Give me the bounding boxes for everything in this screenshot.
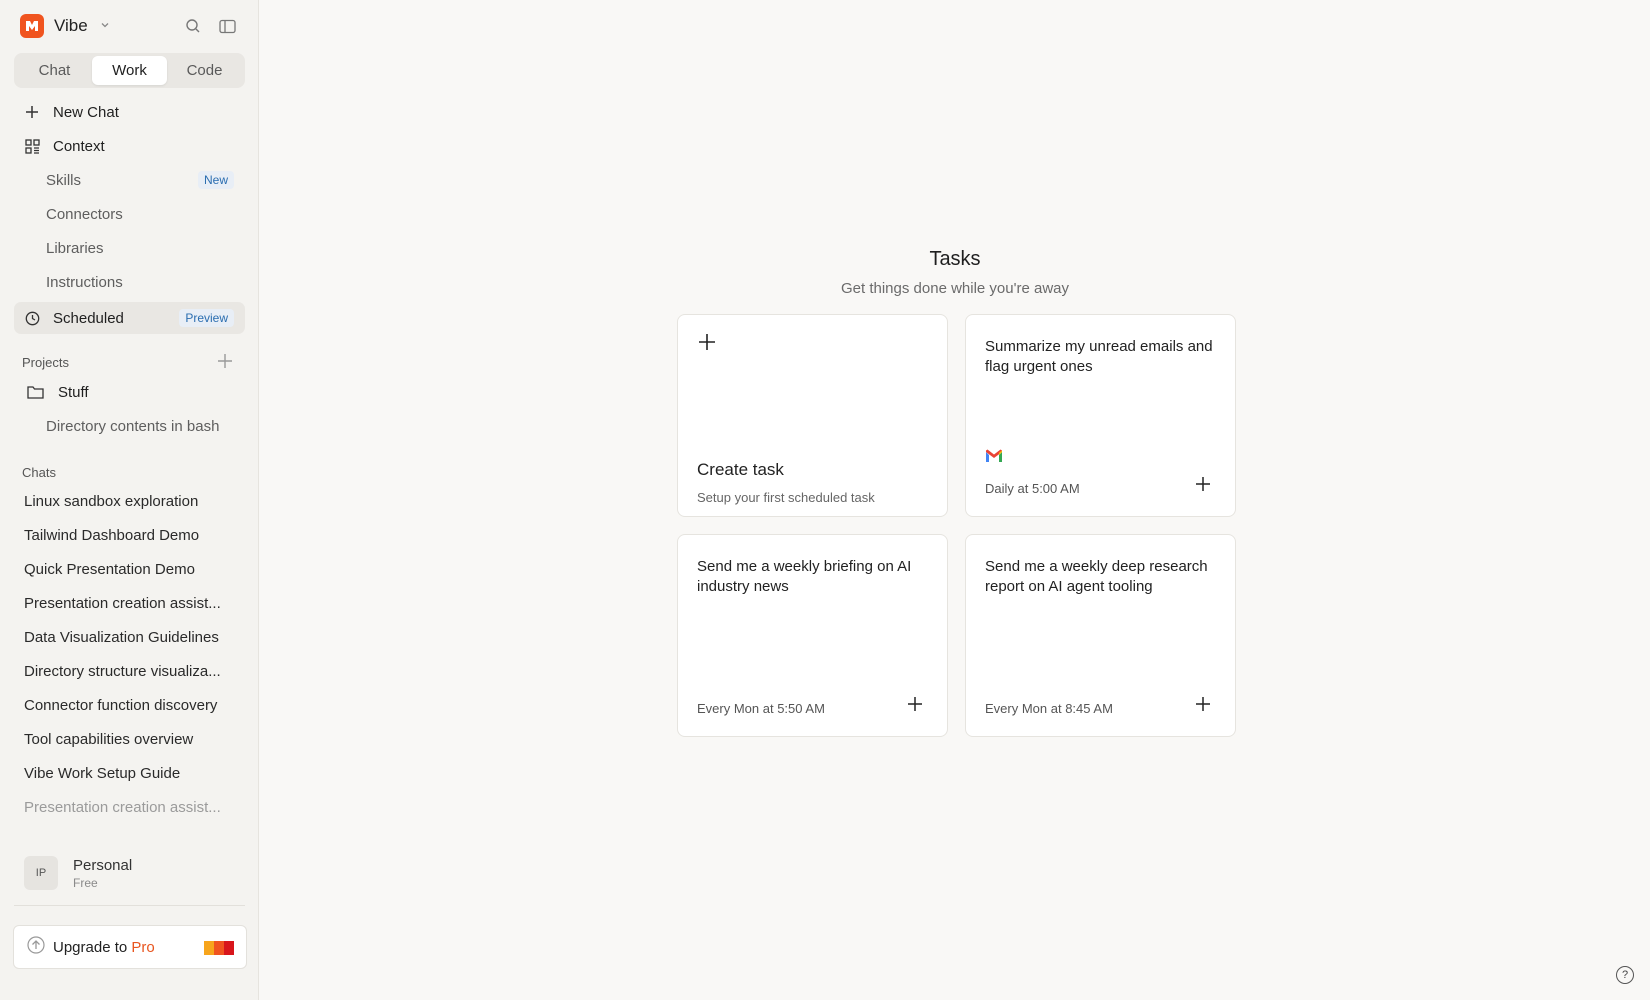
sidebar-item-instructions[interactable]: Instructions bbox=[14, 266, 245, 298]
upgrade-arrow-icon bbox=[27, 935, 45, 959]
sidebar-divider bbox=[14, 905, 245, 906]
task-template-card[interactable]: Send me a weekly briefing on AI industry… bbox=[677, 534, 948, 737]
account-plan: Free bbox=[73, 875, 98, 890]
chat-item[interactable]: Linux sandbox exploration bbox=[24, 493, 234, 510]
chat-item[interactable]: Data Visualization Guidelines bbox=[24, 629, 234, 646]
skills-label: Skills bbox=[46, 171, 82, 189]
chat-item[interactable]: Tailwind Dashboard Demo bbox=[24, 527, 234, 544]
chat-item[interactable]: Directory structure visualiza... bbox=[24, 663, 234, 680]
sidebar: Vibe Chat Work Code New Chat Context Ski… bbox=[0, 0, 259, 1000]
upgrade-label: Upgrade to bbox=[53, 938, 128, 956]
grid-icon bbox=[23, 137, 41, 155]
chat-item[interactable]: Tool capabilities overview bbox=[24, 731, 234, 748]
task-template-card[interactable]: Send me a weekly deep research report on… bbox=[965, 534, 1236, 737]
project-name: Stuff bbox=[58, 383, 89, 401]
create-task-title: Create task bbox=[697, 460, 784, 479]
chat-item[interactable]: Vibe Work Setup Guide bbox=[24, 765, 234, 782]
workspace-switcher[interactable]: Vibe bbox=[20, 14, 110, 38]
scheduled-label: Scheduled bbox=[53, 309, 124, 327]
new-chat-button[interactable]: New Chat bbox=[14, 96, 245, 128]
project-chat-item[interactable]: Directory contents in bash bbox=[14, 410, 245, 442]
add-task-icon[interactable] bbox=[905, 694, 925, 714]
plus-icon bbox=[23, 103, 41, 121]
chevron-down-icon bbox=[100, 20, 110, 33]
page-subtitle: Get things done while you're away bbox=[841, 280, 1069, 297]
upgrade-pro-label: Pro bbox=[131, 938, 155, 956]
task-title: Summarize my unread emails and flag urge… bbox=[985, 338, 1213, 375]
connectors-label: Connectors bbox=[46, 205, 123, 223]
tab-chat[interactable]: Chat bbox=[17, 56, 92, 85]
instructions-label: Instructions bbox=[46, 273, 123, 291]
tab-work[interactable]: Work bbox=[92, 56, 167, 85]
task-schedule: Every Mon at 8:45 AM bbox=[985, 701, 1113, 716]
avatar: IP bbox=[24, 856, 58, 890]
sidebar-toggle-icon[interactable] bbox=[217, 16, 237, 36]
chat-item[interactable]: Presentation creation assist... bbox=[24, 595, 234, 612]
libraries-label: Libraries bbox=[46, 239, 104, 257]
context-label: Context bbox=[53, 137, 105, 155]
search-icon[interactable] bbox=[183, 16, 203, 36]
account-menu[interactable]: IP Personal Free bbox=[24, 856, 132, 890]
task-template-card[interactable]: Summarize my unread emails and flag urge… bbox=[965, 314, 1236, 517]
gmail-icon bbox=[985, 449, 1003, 468]
task-title: Send me a weekly briefing on AI industry… bbox=[697, 558, 912, 595]
plus-icon bbox=[697, 332, 717, 352]
task-schedule: Daily at 5:00 AM bbox=[985, 481, 1080, 496]
folder-icon bbox=[26, 383, 44, 401]
main-content: Tasks Get things done while you're away … bbox=[260, 0, 1650, 1000]
account-name: Personal bbox=[73, 856, 133, 874]
mode-tabs: Chat Work Code bbox=[14, 53, 245, 88]
task-title: Send me a weekly deep research report on… bbox=[985, 558, 1208, 595]
upgrade-button[interactable]: Upgrade to Pro bbox=[13, 925, 247, 969]
create-task-card[interactable]: Create task Setup your first scheduled t… bbox=[677, 314, 948, 517]
chat-item[interactable]: Presentation creation assist... bbox=[24, 799, 234, 816]
add-task-icon[interactable] bbox=[1193, 474, 1213, 494]
project-chat-label: Directory contents in bash bbox=[46, 417, 220, 435]
chat-item[interactable]: Quick Presentation Demo bbox=[24, 561, 234, 578]
create-task-subtitle: Setup your first scheduled task bbox=[697, 490, 875, 505]
chat-item[interactable]: Connector function discovery bbox=[24, 697, 234, 714]
tab-code[interactable]: Code bbox=[167, 56, 242, 85]
pro-stripes-icon bbox=[204, 941, 234, 955]
preview-badge: Preview bbox=[179, 309, 234, 327]
new-badge: New bbox=[197, 171, 234, 189]
vibe-logo-icon bbox=[20, 14, 44, 38]
new-chat-label: New Chat bbox=[53, 103, 119, 121]
clock-icon bbox=[23, 309, 41, 327]
sidebar-item-connectors[interactable]: Connectors bbox=[14, 198, 245, 230]
add-task-icon[interactable] bbox=[1193, 694, 1213, 714]
projects-heading: Projects bbox=[22, 355, 69, 370]
project-item-stuff[interactable]: Stuff bbox=[14, 376, 245, 408]
page-title: Tasks bbox=[929, 248, 981, 270]
app-name: Vibe bbox=[54, 16, 88, 35]
sidebar-item-scheduled[interactable]: Scheduled Preview bbox=[14, 302, 245, 334]
chats-heading: Chats bbox=[22, 465, 56, 480]
sidebar-item-context[interactable]: Context bbox=[14, 130, 245, 162]
sidebar-item-skills[interactable]: Skills New bbox=[14, 164, 245, 196]
task-schedule: Every Mon at 5:50 AM bbox=[697, 701, 825, 716]
add-project-icon[interactable] bbox=[217, 353, 233, 374]
help-icon[interactable]: ? bbox=[1616, 966, 1634, 984]
sidebar-item-libraries[interactable]: Libraries bbox=[14, 232, 245, 264]
